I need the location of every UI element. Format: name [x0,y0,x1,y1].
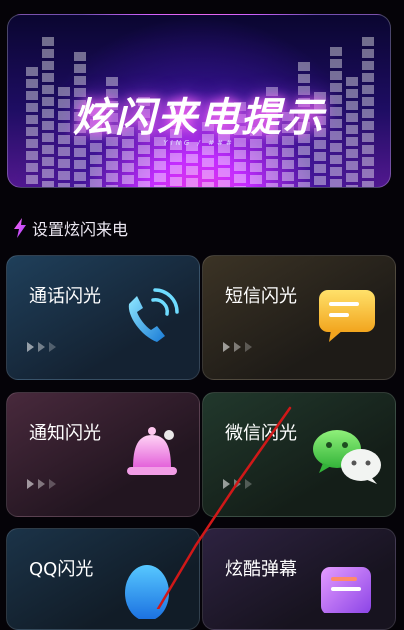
section-header: 设置炫闪来电 [12,216,128,240]
qq-penguin-icon [125,565,169,619]
card-qq-flash[interactable]: QQ闪光 [6,528,200,630]
message-icon [319,290,375,342]
barrage-icon [321,567,371,613]
hero-banner[interactable]: 炫闪来电提示 YING / ### [7,14,391,188]
card-label: 通知闪光 [29,423,101,444]
arrow-indicator-icon [27,342,56,352]
banner-title: 炫闪来电提示 [73,95,325,141]
card-wechat-flash[interactable]: 微信闪光 [202,392,396,517]
arrow-indicator-icon [27,479,56,489]
card-call-flash[interactable]: 通话闪光 [6,255,200,380]
card-notification-flash[interactable]: 通知闪光 [6,392,200,517]
card-cool-barrage[interactable]: 炫酷弹幕 [202,528,396,630]
section-title: 设置炫闪来电 [32,220,129,239]
lightning-icon [14,218,26,238]
card-label: QQ闪光 [29,559,94,580]
arrow-indicator-icon [223,479,252,489]
banner-subtitle: YING / ### [163,139,235,147]
card-sms-flash[interactable]: 短信闪光 [202,255,396,380]
card-label: 短信闪光 [225,286,297,307]
card-label: 微信闪光 [225,423,297,444]
card-label: 通话闪光 [29,286,101,307]
bell-icon [127,427,177,475]
phone-call-icon [128,288,179,342]
wechat-icon [313,430,381,484]
card-label: 炫酷弹幕 [225,559,297,580]
arrow-indicator-icon [223,342,252,352]
